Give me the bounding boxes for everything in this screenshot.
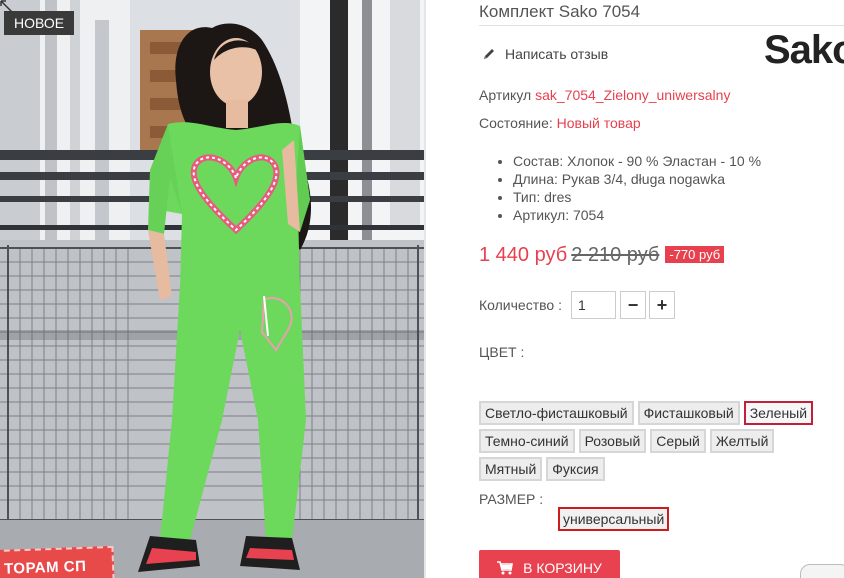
quantity-decrease-button[interactable]: − bbox=[620, 291, 646, 319]
feature-item: Артикул: 7054 bbox=[513, 206, 761, 224]
color-option[interactable]: Серый bbox=[650, 429, 706, 453]
color-option[interactable]: Мятный bbox=[479, 457, 543, 481]
color-option[interactable]: Фуксия bbox=[546, 457, 605, 481]
brand-logo[interactable]: Sako bbox=[764, 28, 844, 73]
color-option[interactable]: Фисташковый bbox=[637, 401, 740, 425]
write-review-link[interactable]: Написать отзыв bbox=[482, 46, 608, 62]
quantity-label: Количество : bbox=[479, 297, 562, 313]
add-to-cart-label: В КОРЗИНУ bbox=[523, 560, 602, 576]
quantity-increase-button[interactable]: + bbox=[649, 291, 675, 319]
color-option[interactable]: Желтый bbox=[709, 429, 775, 453]
condition-label: Состояние: bbox=[479, 115, 553, 131]
promo-stamp: ТОРАМ СП bbox=[0, 545, 115, 578]
feature-item: Состав: Хлопок - 90 % Эластан - 10 % bbox=[513, 152, 761, 170]
feature-list: Состав: Хлопок - 90 % Эластан - 10 % Дли… bbox=[513, 152, 761, 224]
color-label: ЦВЕТ : bbox=[479, 344, 525, 360]
product-photo[interactable]: НОВОЕ ТОРАМ СП bbox=[0, 0, 424, 578]
color-option[interactable]: Розовый bbox=[578, 429, 647, 453]
sku-value: sak_7054_Zielony_uniwersalny bbox=[535, 87, 731, 103]
quantity-input[interactable] bbox=[571, 291, 616, 319]
color-options: Светло-фисташковый Фисташковый Зеленый Т… bbox=[479, 401, 819, 481]
expand-arrow-icon[interactable] bbox=[0, 0, 14, 14]
add-to-cart-button[interactable]: В КОРЗИНУ bbox=[479, 550, 620, 578]
color-option-selected[interactable]: Зеленый bbox=[743, 401, 814, 425]
discount-badge: -770 руб bbox=[665, 246, 725, 263]
condition-value: Новый товар bbox=[556, 115, 641, 131]
size-label: РАЗМЕР : bbox=[479, 491, 544, 507]
scroll-widget[interactable] bbox=[800, 564, 844, 578]
product-title: Комплект Sako 7054 bbox=[479, 2, 641, 21]
old-price: 2 210 руб bbox=[571, 244, 660, 266]
cart-icon bbox=[497, 561, 514, 575]
pencil-icon bbox=[484, 49, 494, 59]
new-badge: НОВОЕ bbox=[4, 11, 75, 35]
feature-item: Длина: Рукав 3/4, długa nogawka bbox=[513, 170, 761, 188]
column-divider bbox=[424, 0, 426, 578]
sku-label: Артикул bbox=[479, 87, 532, 103]
size-option-selected[interactable]: универсальный bbox=[558, 507, 670, 531]
color-option[interactable]: Темно-синий bbox=[479, 429, 575, 453]
sku-row: Артикул sak_7054_Zielony_uniwersalny bbox=[479, 87, 730, 103]
price-row: 1 440 руб 2 210 руб -770 руб bbox=[479, 244, 725, 267]
condition-row: Состояние: Новый товар bbox=[479, 115, 641, 131]
color-option[interactable]: Светло-фисташковый bbox=[479, 401, 634, 425]
product-image bbox=[0, 0, 424, 578]
write-review-label: Написать отзыв bbox=[505, 46, 609, 62]
feature-item: Тип: dres bbox=[513, 188, 761, 206]
current-price: 1 440 руб bbox=[479, 244, 568, 266]
title-divider bbox=[479, 25, 844, 26]
